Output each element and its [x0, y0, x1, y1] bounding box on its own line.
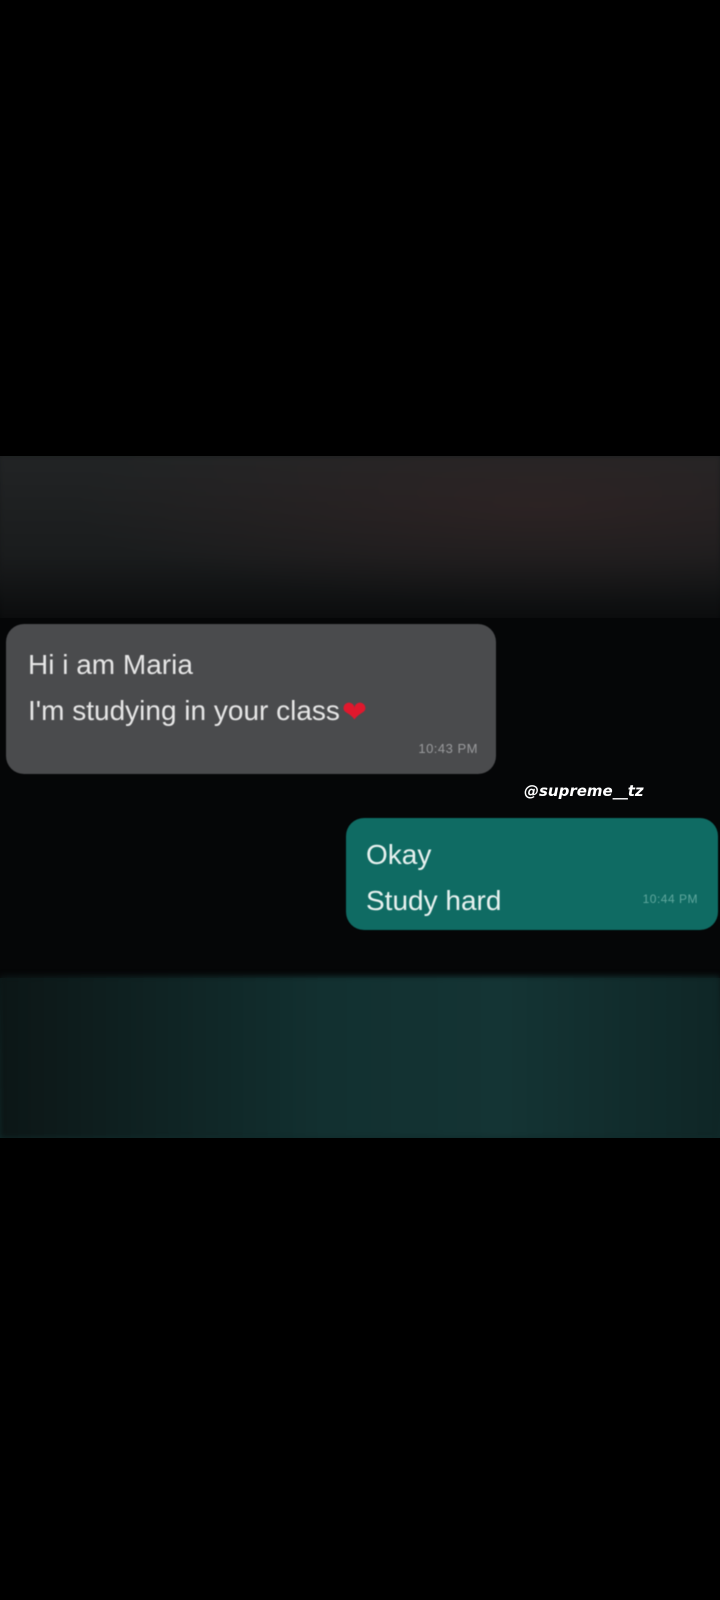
outgoing-message-bubble: Okay Study hard 10:44 PM: [346, 818, 718, 930]
incoming-message-time: 10:43 PM: [418, 741, 478, 756]
blurred-header-area: [0, 456, 720, 621]
red-heart-icon: ❤: [341, 696, 368, 729]
outgoing-message-line-1: Okay: [366, 839, 432, 870]
incoming-message-line-1: Hi i am Maria: [28, 649, 193, 680]
watermark-handle: @supreme__tz: [524, 782, 644, 800]
screen: Hi i am Maria I'm studying in your class…: [0, 0, 720, 1600]
blurred-footer-area: [0, 976, 720, 1138]
outgoing-message-time: 10:44 PM: [642, 892, 698, 906]
incoming-message-line-2-text: I'm studying in your class: [28, 695, 340, 726]
incoming-message-bubble: Hi i am Maria I'm studying in your class…: [6, 624, 496, 774]
incoming-message-line-2: I'm studying in your class❤: [28, 688, 474, 736]
chat-screenshot-photo: Hi i am Maria I'm studying in your class…: [0, 456, 720, 1138]
chat-area: Hi i am Maria I'm studying in your class…: [0, 618, 720, 978]
